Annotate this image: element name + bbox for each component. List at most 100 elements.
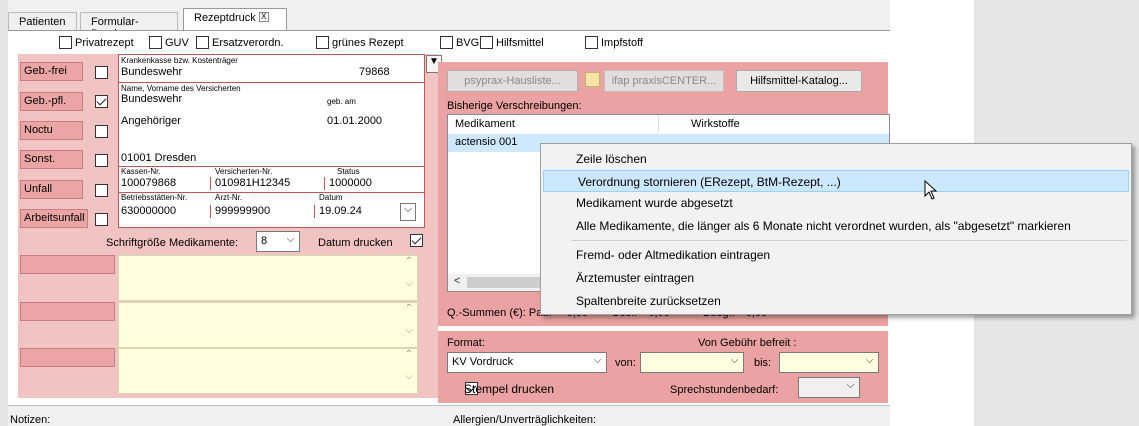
ifap-praxiscenter-button[interactable]: ifap praxisCENTER...: [604, 70, 724, 92]
noctu-button[interactable]: Noctu: [20, 121, 83, 140]
geb-value[interactable]: 01.01.2000: [327, 115, 382, 127]
bis-label: bis:: [754, 357, 772, 369]
medication-line-1-button[interactable]: [20, 255, 115, 274]
geb-pfl-button[interactable]: Geb.-pfl.: [20, 92, 83, 111]
bis-date-select[interactable]: ⌵: [779, 352, 879, 373]
versnr-value[interactable]: 010981H12345: [215, 177, 290, 189]
ifap-icon: [585, 72, 600, 87]
medication-line-2-field[interactable]: ⌃ ⌵: [118, 302, 418, 348]
chevron-down-icon: ⌵: [730, 355, 739, 366]
geb-frei-button[interactable]: Geb.-frei: [20, 62, 83, 81]
font-size-label: Schriftgröße Medikamente:: [106, 237, 239, 249]
scrollbar[interactable]: ⌃ ⌵: [401, 303, 417, 347]
chevron-down-icon: ⌵: [865, 355, 874, 366]
kasse-nr: 79868: [359, 66, 390, 78]
impfstoff-checkbox[interactable]: Impfstoff: [585, 36, 643, 49]
menu-item-fremdmedikation[interactable]: Fremd- oder Altmedikation eintragen: [542, 244, 1130, 266]
kassennr-value[interactable]: 100079868: [121, 177, 176, 189]
menu-item-verordnung-stornieren[interactable]: Verordnung stornieren (ERezept, BtM-Reze…: [543, 170, 1129, 192]
bvg-checkbox[interactable]: BVG: [440, 36, 479, 49]
format-label: Format:: [447, 337, 485, 349]
hilfsmittel-checkbox[interactable]: Hilfsmittel: [480, 36, 544, 49]
kassennr-label: Kassen-Nr.: [121, 167, 161, 176]
psyprax-hausliste-button[interactable]: psyprax-Hausliste...: [447, 70, 578, 92]
medication-line-1-field[interactable]: ⌃ ⌵: [118, 255, 418, 301]
versnr-label: Versicherten-Nr.: [215, 167, 273, 176]
sprechstundenbedarf-select[interactable]: ⌵: [798, 377, 860, 398]
tab-close-icon[interactable]: X: [258, 12, 269, 22]
context-menu: Zeile löschen Verordnung stornieren (ERe…: [540, 143, 1132, 315]
font-size-select[interactable]: 8 ⌵: [256, 231, 300, 252]
geb-label: geb. am: [327, 97, 356, 106]
menu-item-spaltenbreite[interactable]: Spaltenbreite zurücksetzen: [542, 290, 1130, 312]
scroll-left-icon[interactable]: <: [454, 275, 460, 287]
gruenes-rezept-checkbox[interactable]: grünes Rezept: [316, 36, 404, 49]
scrollbar[interactable]: ⌃ ⌵: [401, 349, 417, 393]
noctu-checkbox[interactable]: [95, 125, 108, 138]
tab-label: Rezeptdruck: [194, 12, 256, 24]
status-value[interactable]: 1000000: [329, 177, 372, 189]
summen-label: Q.-Summen (€): Pat.:: [447, 307, 552, 319]
unfall-button[interactable]: Unfall: [20, 180, 83, 199]
notizen-label: Notizen:: [10, 414, 51, 426]
menu-item-alle-abgesetzt[interactable]: Alle Medikamente, die länger als 6 Monat…: [542, 215, 1130, 237]
sonst-checkbox[interactable]: [95, 154, 108, 167]
gebuehr-befreit-label: Von Gebühr befreit :: [698, 337, 797, 349]
footer-bar: Notizen: Allergien/Unverträglichkeiten:: [8, 405, 890, 426]
tab-bar: Patienten Formular-Druck RezeptdruckX: [8, 8, 890, 40]
medication-line-3-button[interactable]: [20, 348, 115, 367]
bsnr-label: Betriebsstätten-Nr.: [121, 193, 188, 202]
arbeitsunfall-checkbox[interactable]: [95, 213, 108, 226]
arbeitsunfall-button[interactable]: Arbeitsunfall: [20, 209, 88, 228]
datum-dropdown-icon[interactable]: ⌵: [400, 203, 416, 221]
mouse-cursor-icon: [924, 180, 938, 200]
kasse-value[interactable]: Bundeswehr: [121, 66, 182, 78]
von-date-select[interactable]: ⌵: [640, 352, 744, 373]
status-label: Status: [337, 167, 360, 176]
vorname-value[interactable]: Angehöriger: [121, 115, 181, 127]
name-value[interactable]: Bundeswehr: [121, 93, 182, 105]
menu-item-zeile-loeschen[interactable]: Zeile löschen: [542, 148, 1130, 170]
medication-line-3-field[interactable]: ⌃ ⌵: [118, 348, 418, 394]
menu-item-aerztemuster[interactable]: Ärztemuster eintragen: [542, 267, 1130, 289]
tab-patienten[interactable]: Patienten: [8, 12, 77, 30]
guv-checkbox[interactable]: GUV: [149, 36, 189, 49]
privatrezept-checkbox[interactable]: Privatrezept: [59, 36, 134, 49]
scroll-thumb[interactable]: [467, 277, 547, 288]
von-label: von:: [615, 357, 636, 369]
bsnr-value[interactable]: 630000000: [121, 205, 176, 217]
arztnr-label: Arzt-Nr.: [215, 193, 243, 202]
chevron-down-icon: ⌵: [593, 355, 602, 366]
sprechstundenbedarf-label: Sprechstundenbedarf:: [670, 384, 779, 396]
menu-item-medikament-abgesetzt[interactable]: Medikament wurde abgesetzt: [542, 192, 1130, 214]
column-header-medikament[interactable]: Medikament: [455, 118, 515, 130]
geb-frei-checkbox[interactable]: [95, 66, 108, 79]
datum-label: Datum: [319, 193, 343, 202]
bisherige-label: Bisherige Verschreibungen:: [447, 100, 582, 112]
scrollbar[interactable]: ⌃ ⌵: [401, 256, 417, 300]
format-select[interactable]: KV Vordruck ⌵: [447, 352, 607, 373]
tab-label: Patienten: [19, 16, 66, 28]
geb-pfl-checkbox[interactable]: [95, 95, 108, 108]
datum-drucken-checkbox[interactable]: [410, 234, 423, 247]
datum-value[interactable]: 19.09.24: [319, 205, 362, 217]
medikament-cell: actensio 001: [455, 136, 518, 148]
datum-drucken-label: Datum drucken: [318, 237, 393, 249]
insurance-form: Krankenkasse bzw. Kostenträger Bundesweh…: [118, 54, 425, 228]
sonst-button[interactable]: Sonst.: [20, 150, 83, 169]
ort-value[interactable]: 01001 Dresden: [121, 152, 196, 164]
stempel-drucken-label: Stempel drucken: [464, 382, 555, 396]
kasse-label: Krankenkasse bzw. Kostenträger: [121, 56, 238, 65]
ersatzverordnung-checkbox[interactable]: Ersatzverordn.: [196, 36, 284, 49]
arztnr-value[interactable]: 999999900: [215, 205, 270, 217]
chevron-down-icon: ⌵: [846, 380, 855, 391]
allergien-label: Allergien/Unverträglichkeiten:: [453, 414, 597, 426]
column-header-wirkstoffe[interactable]: Wirkstoffe: [691, 118, 740, 130]
hilfsmittel-katalog-button[interactable]: Hilfsmittel-Katalog...: [736, 70, 862, 92]
name-label: Name, Vorname des Versicherten: [121, 84, 241, 93]
tab-formular-druck[interactable]: Formular-Druck: [80, 12, 178, 40]
unfall-checkbox[interactable]: [95, 184, 108, 197]
chevron-down-icon: ⌵: [286, 234, 295, 245]
medication-line-2-button[interactable]: [20, 302, 115, 321]
tab-rezeptdruck[interactable]: Rezeptdruck X: [183, 8, 287, 31]
